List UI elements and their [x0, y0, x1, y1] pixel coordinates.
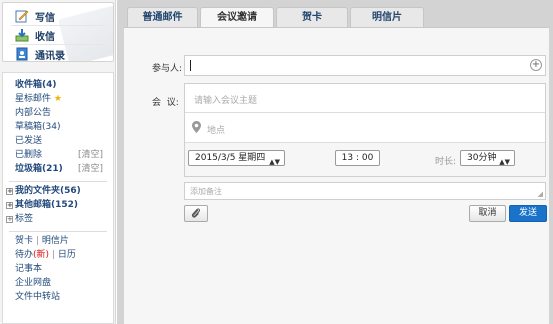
folder-count: (34) — [42, 122, 61, 132]
folder-deleted[interactable]: 已删除 [清空] — [15, 149, 107, 162]
compose-icon — [15, 9, 29, 23]
netdisk-link[interactable]: 企业网盘 — [15, 277, 107, 290]
meeting-form: 参与人: + 会 议: 请输入会议主题 地点 2015/3/5 星期四 ▲▼ 13… — [124, 27, 549, 324]
group-my-folders[interactable]: + 我的文件夹(56) — [6, 185, 107, 198]
duration-select[interactable]: 30分钟 ▲▼ — [460, 150, 515, 166]
receive-button[interactable]: 收信 — [15, 26, 55, 44]
expand-icon[interactable]: + — [6, 188, 13, 195]
location-placeholder: 地点 — [207, 126, 226, 136]
folder-label: 星标邮件 — [15, 94, 52, 104]
new-badge: (新) — [33, 250, 50, 260]
meeting-details-box: 请输入会议主题 地点 2015/3/5 星期四 ▲▼ 13 : 00 时长: 30… — [184, 83, 546, 177]
folder-count: (4) — [42, 80, 57, 90]
expand-icon[interactable]: + — [6, 202, 13, 209]
participants-input[interactable]: + — [184, 55, 546, 76]
date-value: 2015/3/5 星期四 — [195, 153, 266, 163]
duration-value: 30分钟 — [467, 153, 497, 163]
empty-spam-link[interactable]: [清空] — [78, 163, 103, 176]
folder-inbox[interactable]: 收件箱(4) — [15, 79, 107, 92]
cancel-button[interactable]: 取消 — [469, 205, 506, 222]
expand-icon[interactable]: + — [6, 216, 13, 223]
contacts-label: 通讯录 — [35, 50, 65, 62]
add-participant-icon[interactable]: + — [530, 59, 542, 71]
group-tags[interactable]: + 标签 — [6, 213, 107, 226]
folder-label: 收件箱 — [15, 80, 43, 90]
notes-textarea[interactable]: 添加备注 ◢ — [184, 182, 546, 200]
divider — [9, 181, 107, 182]
date-select[interactable]: 2015/3/5 星期四 ▲▼ — [188, 150, 285, 166]
mail-actions-panel: 写信 收信 通讯录 — [2, 2, 114, 62]
duration-label: 时长: — [435, 157, 457, 167]
send-button[interactable]: 发送 — [509, 205, 547, 222]
folder-spam[interactable]: 垃圾箱(21) [清空] — [15, 163, 107, 176]
netdisk-label: 企业网盘 — [15, 278, 52, 288]
inbox-download-icon — [15, 28, 29, 42]
folder-label: 草稿箱 — [15, 122, 43, 132]
folder-label: 垃圾箱 — [15, 164, 43, 174]
tab-normal-mail[interactable]: 普通邮件 — [127, 7, 198, 27]
apps-row-todo: 待办(新) | 日历 — [15, 249, 107, 262]
tab-meeting-invite[interactable]: 会议邀请 — [200, 7, 274, 28]
meeting-label: 会 议: — [152, 98, 179, 108]
time-value: 13 : 00 — [341, 153, 374, 163]
folder-announcements[interactable]: 内部公告 — [15, 107, 107, 120]
group-count: (152) — [51, 200, 79, 210]
participants-label: 参与人: — [152, 64, 183, 74]
contacts-button[interactable]: 通讯录 — [15, 45, 65, 62]
notes-label: 记事本 — [15, 264, 43, 274]
file-transfer-label: 文件中转站 — [15, 292, 61, 302]
star-icon: ★ — [53, 94, 62, 104]
folder-label: 内部公告 — [15, 108, 52, 118]
folder-label: 已发送 — [15, 136, 43, 146]
sidebar: 写信 收信 通讯录 收件箱(4) 星标邮件 ★ 内部公告 草稿箱(34) 已发送… — [0, 0, 116, 324]
receive-label: 收信 — [35, 31, 55, 43]
time-input[interactable]: 13 : 00 — [335, 150, 380, 166]
group-other-mailboxes[interactable]: + 其他邮箱(152) — [6, 199, 107, 212]
compose-label: 写信 — [35, 12, 55, 24]
select-arrow-icon: ▲▼ — [499, 158, 510, 166]
subject-placeholder: 请输入会议主题 — [194, 96, 258, 106]
separator: | — [51, 250, 55, 260]
calendar-link[interactable]: 日历 — [58, 250, 76, 260]
todo-link[interactable]: 待办 — [15, 250, 33, 260]
location-pin-icon — [192, 121, 201, 136]
folder-sent[interactable]: 已发送 — [15, 135, 107, 148]
greeting-card-link[interactable]: 贺卡 — [15, 236, 33, 246]
empty-deleted-link[interactable]: [清空] — [78, 149, 103, 162]
apps-row-cards: 贺卡 | 明信片 — [15, 235, 107, 248]
folder-drafts[interactable]: 草稿箱(34) — [15, 121, 107, 134]
postcard-link[interactable]: 明信片 — [42, 236, 69, 246]
file-transfer-link[interactable]: 文件中转站 — [15, 291, 107, 304]
notes-placeholder: 添加备注 — [190, 187, 222, 196]
tab-greeting-card[interactable]: 贺卡 — [276, 7, 348, 27]
attachment-button[interactable] — [184, 205, 208, 222]
location-input[interactable]: 地点 — [185, 113, 545, 143]
group-label: 我的文件夹 — [15, 186, 61, 196]
select-arrow-icon: ▲▼ — [269, 158, 280, 166]
separator: | — [35, 236, 39, 246]
folder-panel: 收件箱(4) 星标邮件 ★ 内部公告 草稿箱(34) 已发送 已删除 [清空] 垃… — [2, 72, 114, 324]
divider — [9, 231, 107, 232]
subject-input[interactable]: 请输入会议主题 — [185, 84, 545, 113]
main-area: 普通邮件 会议邀请 贺卡 明信片 参与人: + 会 议: 请输入会议主题 地点 … — [117, 0, 553, 324]
contacts-icon — [15, 47, 29, 61]
notes-link[interactable]: 记事本 — [15, 263, 107, 276]
compose-button[interactable]: 写信 — [15, 7, 55, 25]
paperclip-icon — [191, 208, 201, 222]
text-cursor — [190, 60, 191, 71]
group-label: 标签 — [15, 214, 34, 224]
folder-count: (21) — [42, 164, 63, 174]
group-label: 其他邮箱 — [15, 200, 52, 210]
folder-label: 已删除 — [15, 150, 43, 160]
tab-postcard[interactable]: 明信片 — [350, 7, 424, 27]
group-count: (56) — [60, 186, 81, 196]
envelope-decoration — [58, 3, 113, 61]
resize-handle-icon[interactable]: ◢ — [538, 190, 543, 198]
folder-starred[interactable]: 星标邮件 ★ — [15, 93, 107, 106]
